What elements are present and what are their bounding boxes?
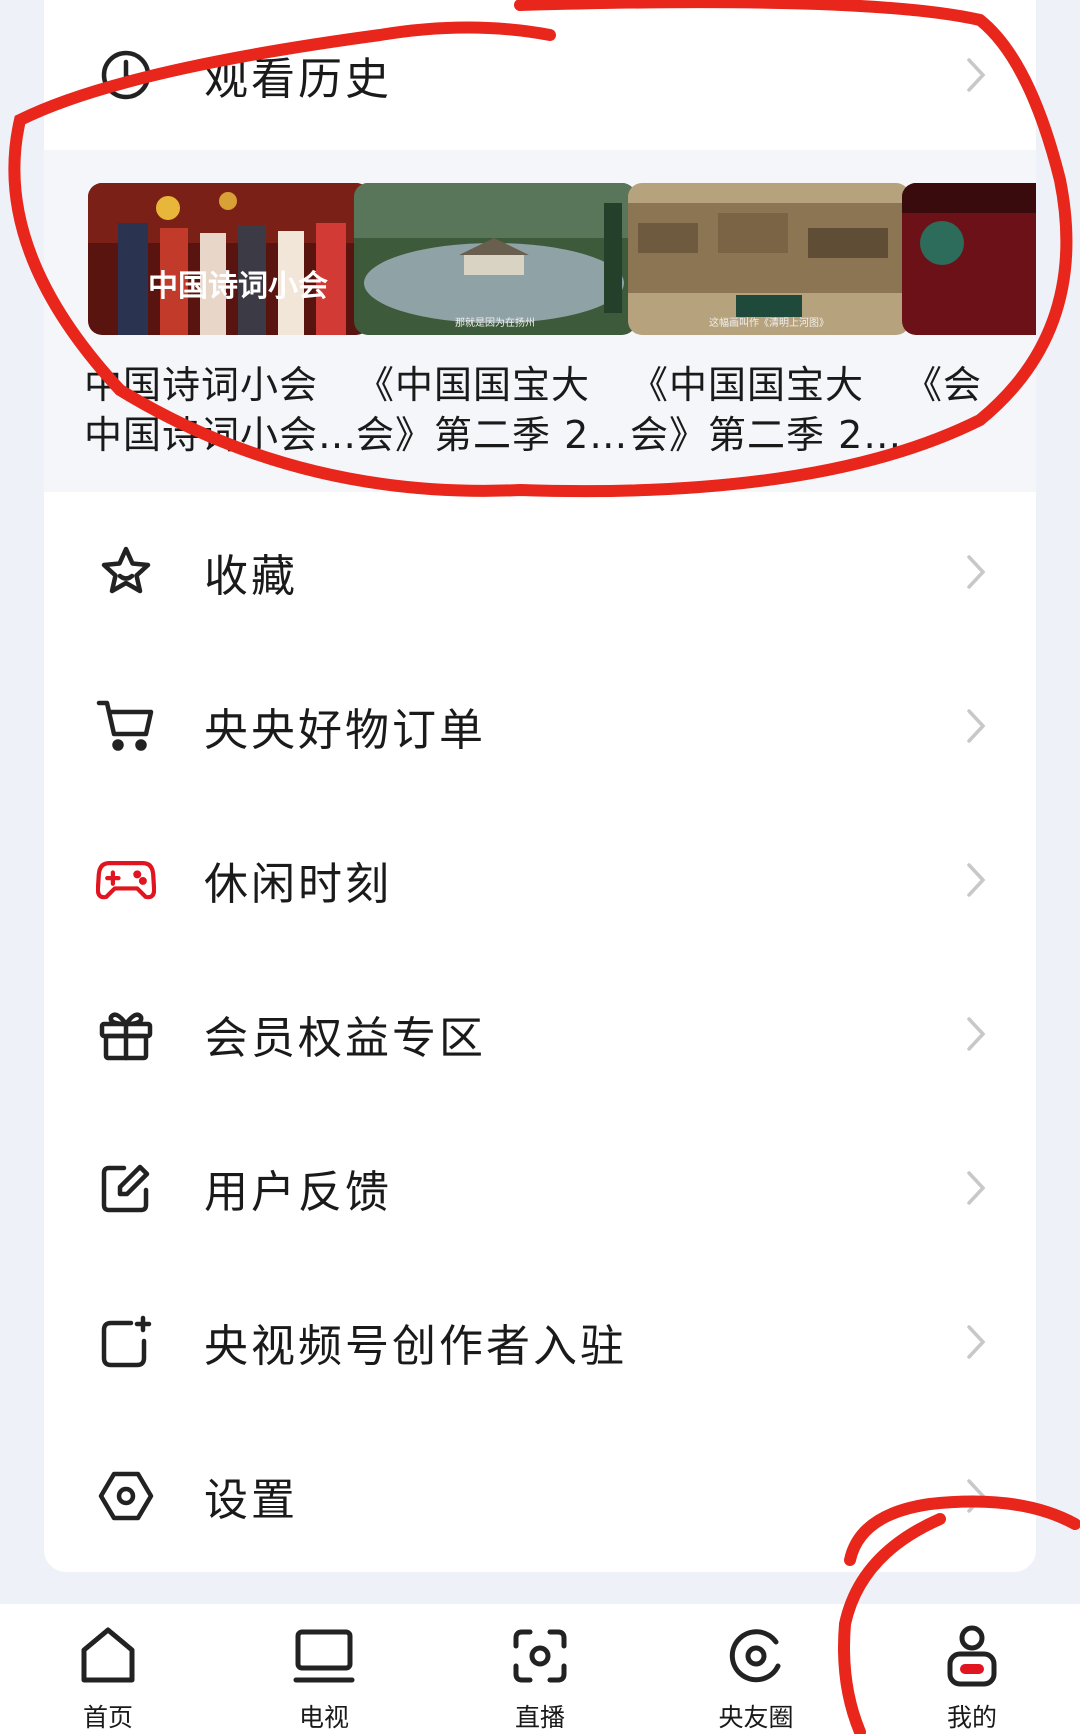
settings-icon bbox=[96, 1466, 156, 1526]
history-item-title[interactable]: 《中国国宝大会》第二季 2… bbox=[356, 360, 642, 460]
chevron-right-icon bbox=[967, 863, 986, 897]
thumbnail-title-overlay: 中国诗词小会 bbox=[148, 269, 328, 304]
tab-live[interactable]: 直播 bbox=[460, 1604, 620, 1734]
menu-item-leisure[interactable]: 休闲时刻 bbox=[44, 803, 1036, 957]
menu-item-orders[interactable]: 央央好物订单 bbox=[44, 649, 1036, 803]
live-icon bbox=[513, 1629, 567, 1683]
tab-label: 央友圈 bbox=[718, 1703, 794, 1732]
menu-item-label: 设置 bbox=[204, 1475, 298, 1526]
watch-history-row[interactable]: 观看历史 bbox=[44, 0, 1036, 150]
menu-item-feedback[interactable]: 用户反馈 bbox=[44, 1111, 1036, 1265]
menu-item-label: 休闲时刻 bbox=[204, 859, 392, 910]
tab-circle[interactable]: 央友圈 bbox=[676, 1604, 836, 1734]
creator-icon bbox=[96, 1312, 156, 1372]
history-thumbnail[interactable]: 那就是因为在扬州 bbox=[354, 183, 636, 335]
clock-icon bbox=[96, 45, 156, 105]
menu-item-label: 央央好物订单 bbox=[204, 705, 486, 756]
watch-history-title: 观看历史 bbox=[204, 54, 392, 105]
tab-label: 电视 bbox=[298, 1703, 349, 1732]
tab-tv[interactable]: 电视 bbox=[244, 1604, 404, 1734]
tab-home[interactable]: 首页 bbox=[28, 1604, 188, 1734]
thumbnail-caption: 这幅画叫作《清明上河图》 bbox=[709, 318, 829, 329]
menu-item-settings[interactable]: 设置 bbox=[44, 1419, 1036, 1572]
gift-icon bbox=[96, 1004, 156, 1064]
tab-label: 我的 bbox=[946, 1703, 997, 1732]
menu-item-label: 收藏 bbox=[204, 551, 298, 602]
profile-menu-card: 观看历史 中国诗词小会 中国诗词小会 中国诗词小会… 那就是因为在扬州 《中国国… bbox=[44, 0, 1036, 1572]
history-item-title[interactable]: 《中国国宝大会》第二季 2… bbox=[630, 360, 916, 460]
chevron-right-icon bbox=[967, 1017, 986, 1051]
chevron-right-icon bbox=[967, 709, 986, 743]
history-item-title[interactable]: 《会 bbox=[904, 360, 1036, 410]
profile-icon bbox=[947, 1625, 997, 1687]
history-thumbnail[interactable]: 中国诗词小会 bbox=[88, 183, 370, 335]
circle-icon bbox=[729, 1629, 781, 1683]
menu-item-label: 会员权益专区 bbox=[204, 1013, 486, 1064]
bottom-tab-bar: 首页 电视 直播 央友圈 我的 bbox=[0, 1604, 1080, 1734]
chevron-right-icon bbox=[967, 1479, 986, 1513]
chevron-right-icon bbox=[967, 555, 986, 589]
tab-label: 直播 bbox=[514, 1703, 565, 1732]
chevron-right-icon bbox=[967, 1325, 986, 1359]
edit-icon bbox=[96, 1158, 156, 1218]
menu-item-label: 央视频号创作者入驻 bbox=[204, 1321, 627, 1372]
watch-history-list[interactable]: 中国诗词小会 中国诗词小会 中国诗词小会… 那就是因为在扬州 《中国国宝大会》第… bbox=[44, 150, 1036, 492]
chevron-right-icon bbox=[967, 1171, 986, 1205]
tv-icon bbox=[293, 1629, 355, 1683]
thumbnail-caption: 那就是因为在扬州 bbox=[455, 318, 535, 329]
history-thumbnail[interactable] bbox=[902, 183, 1036, 335]
menu-item-label: 用户反馈 bbox=[204, 1167, 392, 1218]
gamepad-icon bbox=[96, 850, 156, 910]
menu-item-membership[interactable]: 会员权益专区 bbox=[44, 957, 1036, 1111]
tab-profile[interactable]: 我的 bbox=[892, 1604, 1052, 1734]
tab-label: 首页 bbox=[82, 1703, 133, 1732]
cart-icon bbox=[96, 696, 156, 756]
history-thumbnail[interactable]: 这幅画叫作《清明上河图》 bbox=[628, 183, 910, 335]
chevron-right-icon bbox=[967, 58, 986, 92]
home-icon bbox=[81, 1627, 135, 1683]
menu-item-creator[interactable]: 央视频号创作者入驻 bbox=[44, 1265, 1036, 1419]
history-item-title[interactable]: 中国诗词小会 中国诗词小会… bbox=[84, 360, 370, 460]
menu-item-favorites[interactable]: 收藏 bbox=[44, 495, 1036, 649]
star-icon bbox=[96, 542, 156, 602]
